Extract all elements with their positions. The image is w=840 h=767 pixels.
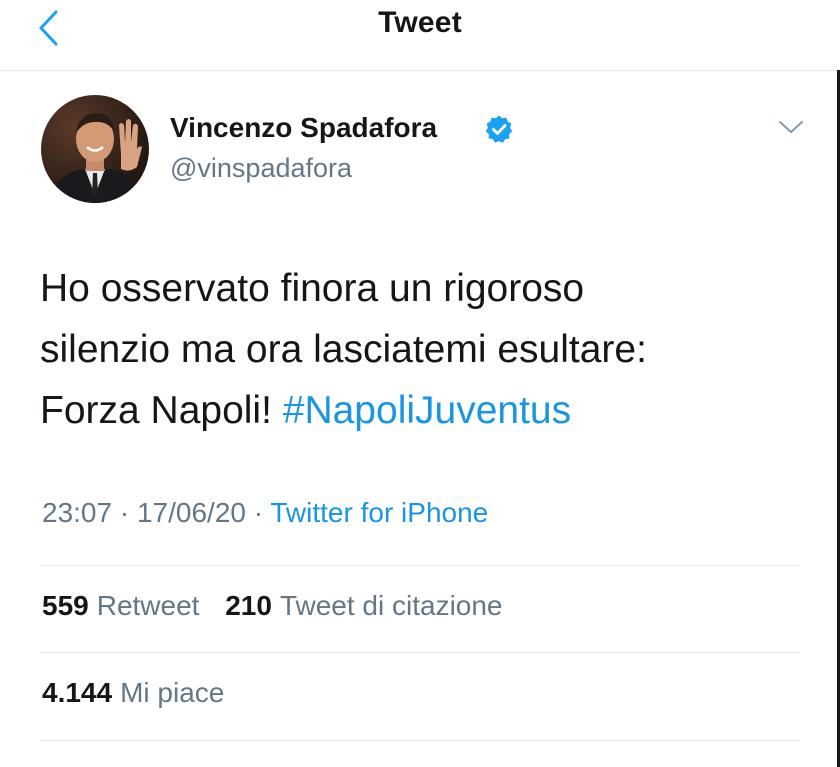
likes-row: 4.144 Mi piace bbox=[42, 677, 242, 709]
chevron-down-icon[interactable] bbox=[776, 116, 806, 138]
divider bbox=[40, 740, 800, 741]
tweet-text: Ho osservato finora un rigoroso silenzio… bbox=[40, 258, 800, 441]
tweet-detail-screen: Tweet Vincenzo Spadafora @vinspadafora H… bbox=[0, 0, 840, 767]
tweet-meta: 23:07 · 17/06/20 · Twitter for iPhone bbox=[42, 497, 488, 529]
tweet-text-line: silenzio ma ora lasciatemi esultare: bbox=[40, 328, 647, 371]
tweet-date: 17/06/20 bbox=[136, 497, 246, 528]
top-bar: Tweet bbox=[0, 0, 840, 71]
meta-separator: · bbox=[112, 497, 137, 528]
avatar[interactable] bbox=[41, 95, 149, 203]
like-label: Mi piace bbox=[120, 677, 225, 708]
verified-badge-icon bbox=[485, 115, 513, 143]
tweet-source-link[interactable]: Twitter for iPhone bbox=[270, 497, 488, 528]
author-display-name[interactable]: Vincenzo Spadafora bbox=[170, 112, 437, 144]
tweet-time: 23:07 bbox=[42, 497, 113, 528]
retweet-label: Retweet bbox=[96, 590, 200, 621]
likes-stat[interactable]: 4.144 Mi piace bbox=[42, 677, 224, 709]
retweet-count: 559 bbox=[42, 590, 89, 621]
retweets-stat[interactable]: 559 Retweet bbox=[42, 590, 199, 622]
hashtag-link[interactable]: #NapoliJuventus bbox=[283, 389, 571, 432]
quote-count: 210 bbox=[225, 590, 272, 621]
tweet-text-line: Ho osservato finora un rigoroso bbox=[40, 267, 585, 310]
quote-label: Tweet di citazione bbox=[279, 590, 503, 621]
tweet-text-line: Forza Napoli! #NapoliJuventus bbox=[40, 380, 800, 441]
like-count: 4.144 bbox=[42, 677, 113, 708]
profile-photo bbox=[41, 95, 149, 203]
engagement-row: 559 Retweet 210 Tweet di citazione bbox=[42, 590, 521, 622]
quotes-stat[interactable]: 210 Tweet di citazione bbox=[225, 590, 502, 622]
author-handle[interactable]: @vinspadafora bbox=[170, 153, 352, 184]
divider bbox=[40, 565, 800, 566]
tweet-text-segment: Forza Napoli! bbox=[40, 389, 283, 432]
divider bbox=[40, 652, 800, 653]
page-title: Tweet bbox=[378, 6, 462, 39]
meta-separator: · bbox=[245, 497, 271, 528]
